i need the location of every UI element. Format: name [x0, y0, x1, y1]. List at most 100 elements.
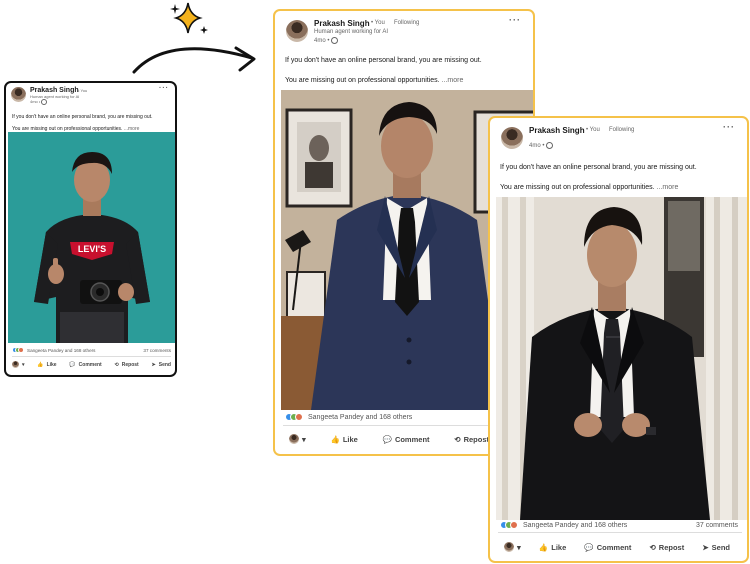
- like-label: Like: [46, 361, 57, 368]
- repost-button[interactable]: ⟲ Repost: [649, 543, 684, 552]
- actor-selector[interactable]: ▾: [12, 361, 25, 368]
- globe-icon: [546, 142, 554, 149]
- man-in-black-suit-image: [496, 197, 747, 520]
- divider: [12, 356, 171, 357]
- reactions-count: Sangeeta Pandey and 168 others: [27, 347, 96, 353]
- like-button[interactable]: 👍 Like: [37, 362, 56, 368]
- reactions-count: Sangeeta Pandey and 168 others: [308, 413, 413, 421]
- post-card-original: Prakash Singh • You Human agent working …: [4, 81, 177, 377]
- post-time-label: 4mo •: [529, 143, 545, 150]
- post-time-label: 4mo •: [314, 38, 330, 45]
- repost-icon: ⟲: [114, 361, 119, 368]
- chevron-down-icon: ▾: [302, 434, 306, 444]
- send-button[interactable]: ➤ Send: [702, 543, 730, 552]
- avatar[interactable]: [501, 127, 523, 149]
- send-label: Send: [158, 361, 171, 368]
- post-text-line2-label: You are missing out on professional oppo…: [500, 184, 655, 191]
- globe-icon: [331, 37, 339, 44]
- send-button[interactable]: ➤ Send: [152, 362, 171, 368]
- man-with-camera-image: LEVI'S: [8, 132, 175, 343]
- actor-selector[interactable]: ▾: [504, 542, 521, 552]
- post-card-black-suit: Prakash Singh • You Following 4mo • ··· …: [488, 116, 749, 563]
- post-text-line1: If you don't have an online personal bra…: [500, 164, 697, 171]
- like-icon: 👍: [330, 434, 340, 444]
- author-degree: • You: [371, 20, 385, 26]
- like-label: Like: [342, 434, 358, 444]
- comments-count[interactable]: 37 comments: [143, 348, 171, 353]
- love-reaction-icon: [510, 521, 518, 529]
- author-degree: • You: [586, 127, 600, 133]
- love-reaction-icon: [295, 413, 303, 421]
- like-label: Like: [551, 542, 567, 552]
- repost-button[interactable]: ⟲ Repost: [115, 362, 139, 368]
- divider: [498, 532, 742, 533]
- comment-button[interactable]: 💬 Comment: [383, 435, 430, 444]
- repost-label: Repost: [121, 361, 139, 368]
- post-text-line1: If you don't have an online personal bra…: [12, 114, 153, 120]
- send-label: Send: [711, 542, 730, 552]
- repost-button[interactable]: ⟲ Repost: [454, 435, 489, 444]
- post-text-line2-label: You are missing out on professional oppo…: [285, 77, 440, 84]
- author-name[interactable]: Prakash Singh: [529, 126, 585, 135]
- post-time: 4mo •: [30, 99, 48, 105]
- comment-label: Comment: [596, 542, 632, 552]
- comment-icon: 💬: [382, 434, 392, 444]
- comment-label: Comment: [78, 361, 102, 368]
- avatar: [504, 542, 514, 552]
- reactions-count: Sangeeta Pandey and 168 others: [523, 521, 628, 529]
- social-counts: Sangeeta Pandey and 168 others 37: [285, 413, 533, 421]
- following-label: Following: [394, 20, 420, 26]
- chevron-down-icon: ▾: [22, 361, 25, 368]
- reactions[interactable]: Sangeeta Pandey and 168 others: [285, 413, 412, 421]
- like-icon: 👍: [37, 361, 44, 368]
- post-photo[interactable]: LEVI'S: [8, 132, 175, 343]
- action-bar: ▾ 👍 Like 💬 Comment ⟲ Repost: [289, 434, 489, 444]
- love-reaction-icon: [18, 347, 24, 353]
- comment-icon: 💬: [69, 361, 76, 368]
- avatar[interactable]: [11, 87, 26, 102]
- comment-icon: 💬: [584, 542, 594, 552]
- comment-label: Comment: [394, 434, 430, 444]
- avatar: [12, 361, 19, 368]
- author-degree: • You: [78, 88, 88, 93]
- reactions[interactable]: Sangeeta Pandey and 168 others: [500, 521, 627, 529]
- arrow-icon: [132, 46, 256, 74]
- chevron-down-icon: ▾: [517, 542, 521, 552]
- like-button[interactable]: 👍 Like: [539, 543, 566, 552]
- comment-button[interactable]: 💬 Comment: [584, 543, 631, 552]
- author-name[interactable]: Prakash Singh: [30, 87, 79, 94]
- repost-icon: ⟲: [649, 542, 656, 552]
- globe-icon: [41, 99, 48, 105]
- post-text-line1: If you don't have an online personal bra…: [285, 57, 482, 64]
- action-bar: ▾ 👍 Like 💬 Comment ⟲ Repost ➤ Send: [504, 542, 730, 552]
- post-photo[interactable]: [496, 197, 747, 520]
- send-icon: ➤: [151, 361, 156, 368]
- more-options-icon[interactable]: ···: [159, 85, 169, 92]
- post-text-line2: You are missing out on professional oppo…: [500, 184, 678, 191]
- comment-button[interactable]: 💬 Comment: [69, 362, 101, 368]
- social-counts: Sangeeta Pandey and 168 others 37 commen…: [500, 521, 738, 529]
- action-bar: ▾ 👍 Like 💬 Comment ⟲ Repost ➤ Send: [12, 361, 171, 368]
- repost-icon: ⟲: [454, 434, 461, 444]
- avatar: [289, 434, 299, 444]
- repost-label: Repost: [658, 542, 685, 552]
- post-time: 4mo •: [314, 37, 339, 45]
- comments-count[interactable]: 37 comments: [696, 522, 738, 529]
- avatar[interactable]: [286, 20, 308, 42]
- like-icon: 👍: [538, 542, 549, 552]
- repost-label: Repost: [463, 434, 489, 444]
- see-more-link[interactable]: ...more: [657, 184, 679, 191]
- author-name[interactable]: Prakash Singh: [314, 19, 370, 28]
- like-button[interactable]: 👍 Like: [331, 435, 358, 444]
- post-time: 4mo •: [529, 142, 554, 150]
- social-counts: Sangeeta Pandey and 168 others 37 commen…: [12, 347, 171, 353]
- post-time-label: 4mo •: [30, 99, 41, 105]
- actor-selector[interactable]: ▾: [289, 434, 306, 444]
- reactions[interactable]: Sangeeta Pandey and 168 others: [12, 347, 95, 353]
- more-options-icon[interactable]: ···: [723, 122, 735, 132]
- following-label: Following: [609, 127, 635, 133]
- more-options-icon[interactable]: ···: [509, 15, 521, 25]
- send-icon: ➤: [702, 542, 709, 552]
- see-more-link[interactable]: ...more: [442, 77, 464, 84]
- post-text-line2: You are missing out on professional oppo…: [285, 77, 463, 84]
